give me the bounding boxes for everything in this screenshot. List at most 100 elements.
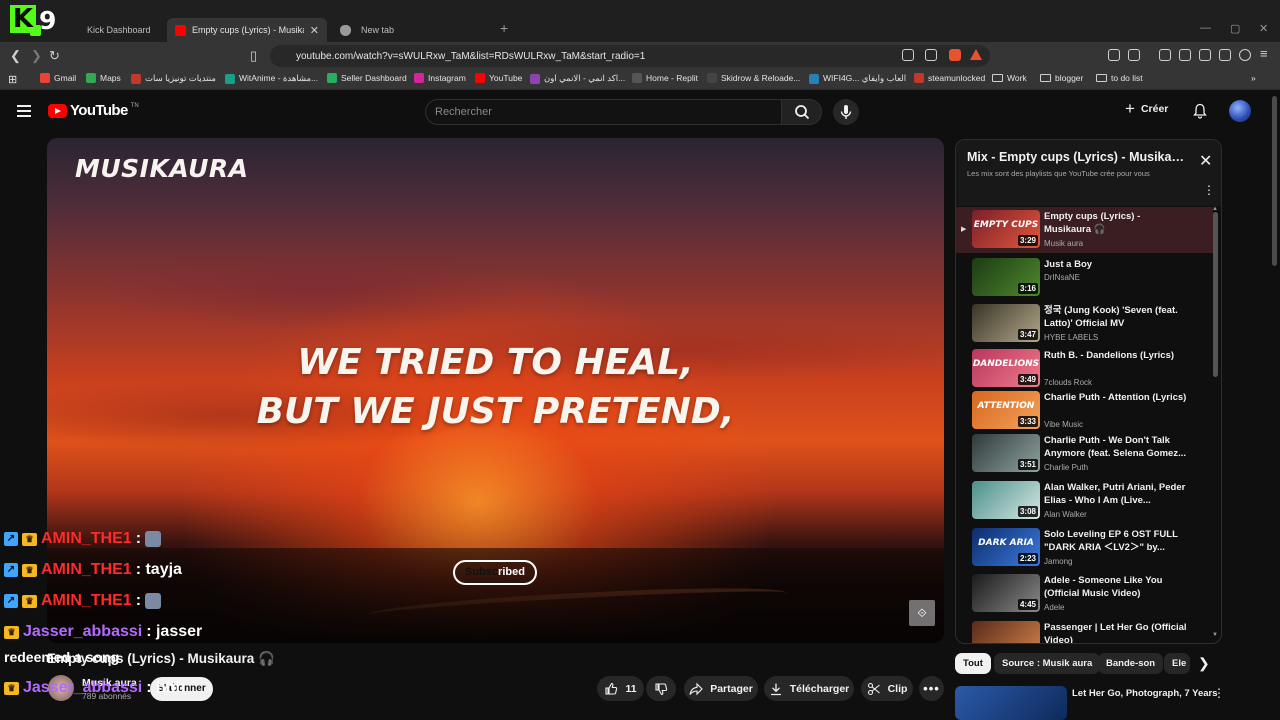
like-button[interactable]: 11	[597, 676, 644, 701]
notifications-bell-icon[interactable]	[1193, 103, 1207, 119]
tab-new-tab[interactable]: New tab	[332, 18, 492, 42]
reload-icon[interactable]: ↻	[49, 48, 60, 64]
chip-source[interactable]: Source : Musik aura	[994, 653, 1101, 674]
leo-ai-icon[interactable]	[1219, 49, 1231, 61]
create-button[interactable]: + Créer	[1125, 100, 1168, 117]
bookmark-icon[interactable]: ▯	[250, 48, 257, 64]
screenshot-icon[interactable]	[1128, 49, 1140, 61]
back-icon[interactable]: ❮	[10, 48, 21, 64]
chevron-right-icon[interactable]: ❯	[1198, 656, 1210, 670]
playlist-thumbnail: 3:16	[972, 258, 1040, 296]
recommendation-thumbnail[interactable]	[955, 686, 1067, 720]
bookmark-item[interactable]: Gmail	[40, 73, 76, 83]
clip-button[interactable]: Clip	[861, 676, 913, 701]
search-button[interactable]	[781, 99, 822, 125]
download-button[interactable]: Télécharger	[764, 676, 854, 701]
bookmark-item[interactable]: Instagram	[414, 73, 466, 83]
bookmark-item[interactable]: اكد انمي - الانمي اون...	[530, 73, 625, 84]
vpn-icon[interactable]	[1239, 49, 1251, 61]
duration-badge: 2:23	[1017, 553, 1038, 564]
kick-logo: K	[10, 5, 36, 33]
voice-search-button[interactable]	[833, 99, 859, 125]
rewards-icon[interactable]	[970, 49, 982, 60]
playlist-item-title: Charlie Puth - Attention (Lyrics)	[1044, 392, 1187, 403]
cast-icon[interactable]	[902, 49, 914, 61]
bookmark-favicon-icon	[86, 73, 96, 83]
bookmark-item[interactable]: Home - Replit	[632, 73, 698, 83]
playlist-thumbnail: DARK ARIA 2:23	[972, 528, 1040, 566]
thumbnail-text: DANDELIONS	[972, 359, 1040, 369]
playlist-scrollbar[interactable]	[1213, 212, 1218, 377]
more-bookmarks-icon[interactable]: »	[1251, 73, 1256, 83]
duration-badge: 3:47	[1017, 329, 1038, 340]
branding-watermark-button[interactable]: ⟐	[909, 600, 935, 626]
bookmark-item[interactable]: steamunlocked	[914, 73, 985, 83]
playlist-item[interactable]: ▶ EMPTY CUPS 3:29 Empty cups (Lyrics) - Mus…	[956, 207, 1213, 253]
dislike-button[interactable]	[646, 676, 676, 701]
playlist-title[interactable]: Mix - Empty cups (Lyrics) - Musikaura 🎧	[967, 150, 1187, 165]
bookmark-item[interactable]: Maps	[86, 73, 121, 83]
playlist-item[interactable]: 4:45 Adele - Someone Like You (Official M…	[956, 571, 1213, 617]
share-button[interactable]: Partager	[684, 676, 758, 701]
chat-badge-icon: ↗	[4, 563, 18, 577]
bookmark-folder-blogger[interactable]: blogger	[1040, 73, 1083, 83]
close-tab-icon[interactable]: ✕	[310, 24, 319, 37]
close-window-icon[interactable]: ✕	[1259, 22, 1268, 35]
scroll-down-icon[interactable]: ▼	[1212, 632, 1218, 638]
chat-message: : hhh	[146, 679, 186, 696]
playlist-item[interactable]: 3:08 Alan Walker, Putri Ariani, Peder Eli…	[956, 478, 1213, 524]
chip-soundtrack[interactable]: Bande-son	[1098, 653, 1164, 674]
playlist-item[interactable]: 3:47 정국 (Jung Kook) 'Seven (feat. Latto)'…	[956, 301, 1213, 347]
duration-badge: 4:45	[1017, 599, 1038, 610]
tab-title: Empty cups (Lyrics) - Musikaura (	[192, 25, 304, 35]
menu-icon[interactable]: ≡	[1260, 46, 1268, 61]
bookmark-item[interactable]: WIFI4G... العاب وايفاي	[809, 73, 906, 84]
playlist-more-icon[interactable]: ⋮	[1203, 184, 1215, 196]
sidebar-icon[interactable]	[1179, 49, 1191, 61]
forward-icon[interactable]: ❯	[31, 48, 42, 64]
playlist-item[interactable]: Passenger | Let Her Go (Official Video)	[956, 618, 1213, 643]
tab-youtube-video[interactable]: Empty cups (Lyrics) - Musikaura ( ✕	[167, 18, 327, 42]
music-icon[interactable]	[1159, 49, 1171, 61]
bookmark-item[interactable]: Skidrow & Reloade...	[707, 73, 800, 83]
bookmark-folder-work[interactable]: Work	[992, 73, 1027, 83]
page-scrollbar[interactable]	[1272, 96, 1277, 266]
new-tab-icon[interactable]: +	[500, 20, 508, 36]
playlist-item[interactable]: 3:51 Charlie Puth - We Don't Talk Anymore…	[956, 431, 1213, 477]
playlist-item[interactable]: DANDELIONS 3:49 Ruth B. - Dandelions (Lyri…	[956, 346, 1213, 392]
extensions-icon[interactable]	[1108, 49, 1120, 61]
bookmark-item[interactable]: Seller Dashboard	[327, 73, 407, 83]
recommendation-title[interactable]: Let Her Go, Photograph, 7 Years	[1072, 688, 1218, 699]
account-avatar[interactable]	[1229, 100, 1251, 122]
recommendation-more-icon[interactable]: ⋮	[1213, 687, 1225, 699]
url-bar[interactable]: youtube.com/watch?v=sWULRxw_TaM&list=RDs…	[270, 45, 990, 67]
menu-hamburger-icon[interactable]	[17, 105, 31, 117]
brave-shield-icon[interactable]	[949, 49, 961, 61]
wallet-icon[interactable]	[1199, 49, 1211, 61]
chip-all[interactable]: Tout	[955, 653, 991, 674]
more-actions-button[interactable]: •••	[919, 676, 944, 701]
bookmark-item[interactable]: منتديات تونيزيا سات	[131, 73, 216, 84]
maximize-icon[interactable]: ▢	[1230, 22, 1240, 35]
playlist-item-channel: Jamong	[1044, 557, 1073, 566]
chat-line: ↗ ♛ AMIN_THE1 : tayja	[4, 561, 182, 579]
playlist-item[interactable]: ATTENTION 3:33 Charlie Puth - Attention (L…	[956, 388, 1213, 434]
chat-username: Jasser_abbassi	[23, 623, 143, 640]
playlist-item[interactable]: 3:16 Just a Boy DrINsaNE	[956, 255, 1213, 301]
apps-icon[interactable]: ⊞	[8, 73, 17, 86]
bookmark-item[interactable]: YouTube	[475, 73, 522, 83]
emote-icon	[145, 593, 162, 609]
close-playlist-icon[interactable]: ✕	[1199, 154, 1212, 170]
share-page-icon[interactable]	[925, 49, 937, 61]
bookmark-folder-todo[interactable]: to do list	[1096, 73, 1143, 83]
youtube-logo[interactable]: YouTube TN	[48, 102, 139, 119]
playlist-item[interactable]: DARK ARIA 2:23 Solo Leveling EP 6 OST FULL…	[956, 525, 1213, 571]
search-input[interactable]	[426, 100, 781, 124]
chat-message: : jasser	[146, 623, 203, 640]
bookmark-item[interactable]: WitAnime - مشاهدة...	[225, 73, 318, 84]
chip-partial[interactable]: Ele	[1164, 653, 1190, 674]
minimize-icon[interactable]: —	[1200, 22, 1211, 34]
chat-line: ↗ ♛ AMIN_THE1 :	[4, 592, 162, 610]
playlist-item-title: Charlie Puth - We Don't Talk Anymore (fe…	[1044, 435, 1187, 459]
region-code: TN	[130, 103, 139, 109]
